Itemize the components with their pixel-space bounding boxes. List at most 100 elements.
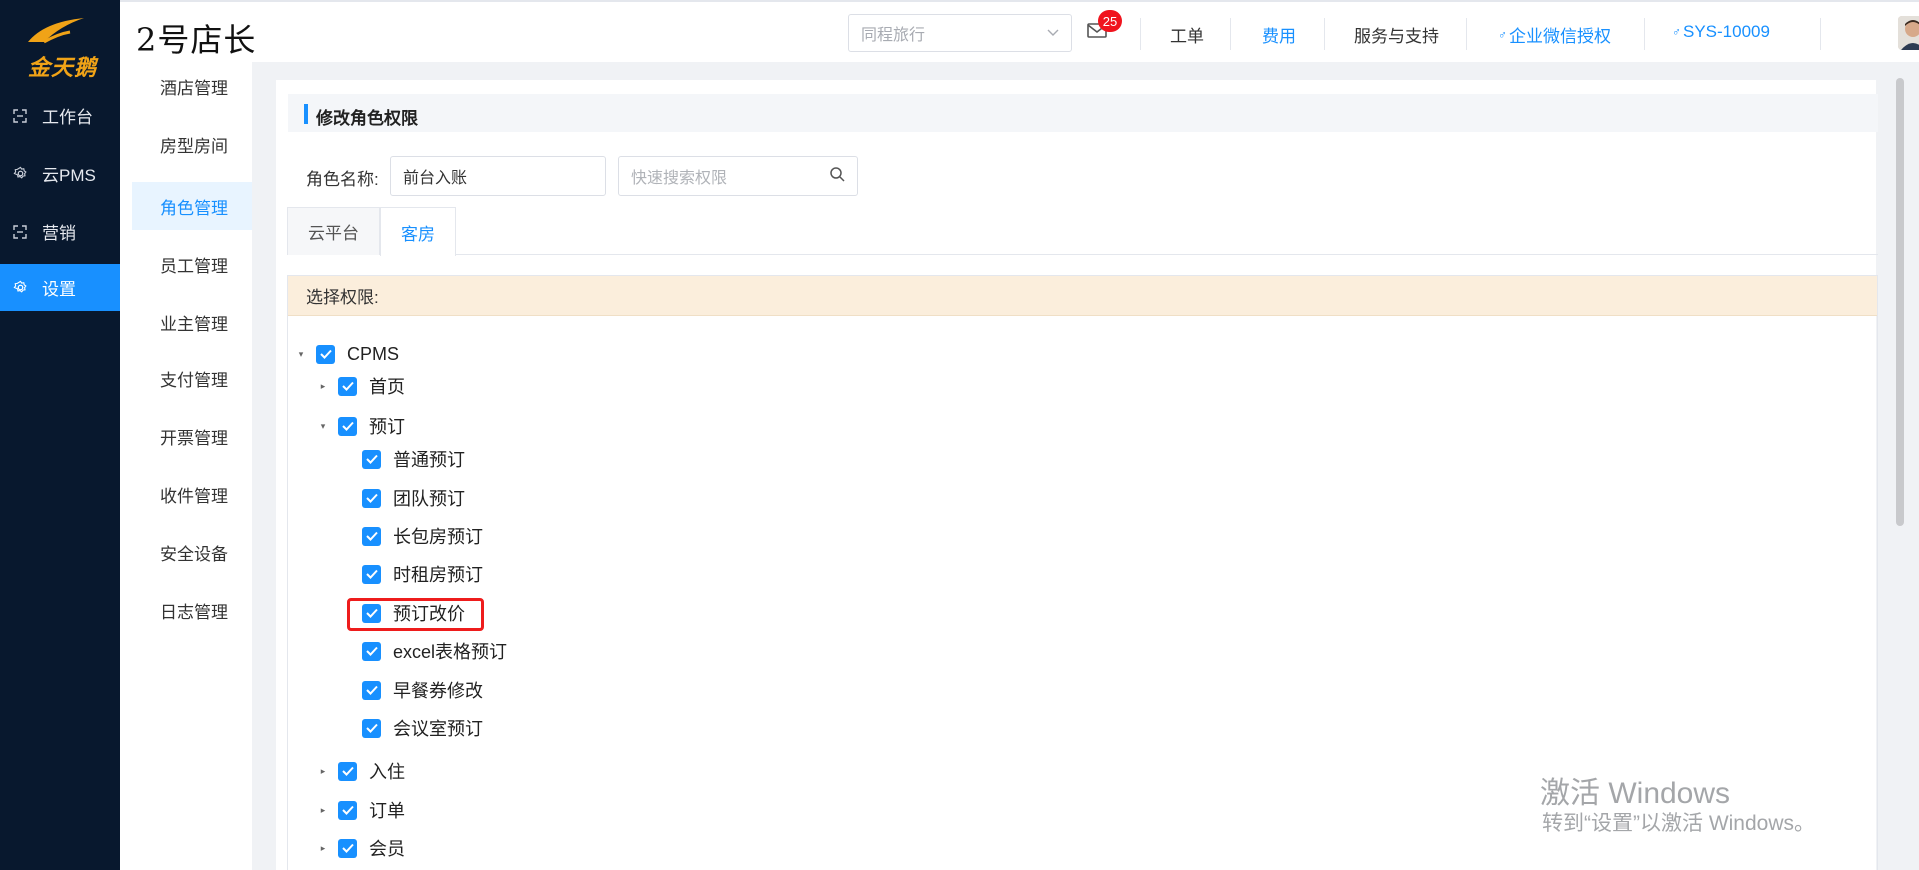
- checkbox-checked[interactable]: [338, 800, 357, 820]
- title-accent-bar: [304, 104, 308, 124]
- subnav-item[interactable]: 日志管理: [132, 586, 252, 634]
- caret-right-icon[interactable]: ▸: [316, 803, 330, 817]
- checkbox-checked[interactable]: [316, 344, 335, 364]
- brand-logo[interactable]: 金天鹅: [18, 10, 108, 80]
- rail-item-label: 云PMS: [42, 166, 96, 185]
- checkbox-checked[interactable]: [338, 376, 357, 396]
- avatar[interactable]: [1898, 16, 1919, 50]
- hotel-select[interactable]: 同程旅行: [848, 14, 1072, 52]
- subnav-item[interactable]: 员工管理: [132, 240, 252, 288]
- tab-rooms[interactable]: 客房: [380, 207, 456, 256]
- grid-icon: [12, 224, 28, 240]
- search-placeholder: 快速搜索权限: [631, 170, 728, 187]
- permission-search-input[interactable]: 快速搜索权限: [618, 156, 858, 196]
- tree-node-booking-child[interactable]: excel表格预订: [362, 637, 507, 665]
- red-highlight-box: [347, 598, 484, 631]
- grid-icon: [12, 108, 28, 124]
- caret-right-icon[interactable]: ▸: [316, 379, 330, 393]
- subnav-item[interactable]: 业主管理: [132, 298, 252, 346]
- windows-activation-watermark: 激活 Windows: [1540, 777, 1731, 810]
- gear-icon: [12, 166, 28, 182]
- tree-node-booking-child[interactable]: 时租房预订: [362, 560, 483, 588]
- swan-logo-icon: [28, 18, 84, 44]
- node-label: 团队预订: [393, 489, 465, 509]
- role-name-input[interactable]: 前台入账: [390, 156, 606, 196]
- tree-node-orders[interactable]: ▸ 订单: [316, 796, 405, 824]
- tree-node-booking-child[interactable]: 普通预订: [362, 445, 465, 473]
- role-name-value: 前台入账: [403, 170, 468, 187]
- node-label: 首页: [369, 377, 405, 397]
- node-label: CPMS: [347, 343, 400, 364]
- rail-item-label: 工作台: [42, 108, 93, 127]
- permission-header: 选择权限:: [288, 276, 1877, 316]
- tree-node-booking[interactable]: ▾ 预订: [316, 412, 405, 440]
- nav-wecom-label: 企业微信授权: [1509, 27, 1611, 46]
- checkbox-checked[interactable]: [362, 641, 381, 661]
- tree-node-booking-child[interactable]: 会议室预订: [362, 714, 483, 742]
- windows-activation-hint: 转到“设置”以激活 Windows。: [1542, 812, 1816, 835]
- checkbox-checked[interactable]: [362, 449, 381, 469]
- tree-node-checkin[interactable]: ▸ 入住: [316, 757, 405, 785]
- rail-item-settings[interactable]: 设置: [0, 264, 120, 311]
- subnav-item-active[interactable]: 角色管理: [132, 182, 252, 230]
- panel-header: 修改角色权限: [288, 94, 1878, 132]
- divider: [1324, 18, 1325, 50]
- node-label: 普通预订: [393, 450, 465, 470]
- rail-item-marketing[interactable]: 营销: [0, 208, 120, 255]
- subnav-item[interactable]: 收件管理: [132, 470, 252, 518]
- checkbox-checked[interactable]: [362, 680, 381, 700]
- rail-item-label: 营销: [42, 224, 76, 243]
- node-label: 订单: [369, 801, 405, 821]
- nav-fees[interactable]: 费用: [1262, 22, 1296, 47]
- logo-text: 金天鹅: [28, 55, 98, 80]
- tab-cloud-platform[interactable]: 云平台: [287, 207, 380, 255]
- nav-ticket[interactable]: 工单: [1170, 22, 1204, 47]
- tree-node-home[interactable]: ▸ 首页: [316, 372, 405, 400]
- caret-down-icon[interactable]: ▾: [294, 347, 308, 361]
- tree-node-booking-child[interactable]: 长包房预订: [362, 522, 483, 550]
- gear-icon: [12, 280, 28, 296]
- tree-node-cpms[interactable]: ▾ CPMS: [294, 340, 399, 368]
- checkbox-checked[interactable]: [362, 526, 381, 546]
- divider: [1466, 18, 1467, 50]
- caret-right-icon[interactable]: ▸: [316, 841, 330, 855]
- subnav-item[interactable]: 安全设备: [132, 528, 252, 576]
- top-header: 2号店长 同程旅行 25 工单 费用 服务与支持 ♂ 企业微信授权 ♂ SYS-…: [120, 0, 1919, 62]
- tree-node-booking-child[interactable]: 早餐券修改: [362, 676, 483, 704]
- node-label: 入住: [369, 762, 405, 782]
- node-label: excel表格预订: [393, 642, 508, 662]
- checkbox-checked[interactable]: [362, 488, 381, 508]
- node-label: 会员: [369, 839, 405, 859]
- subnav-item[interactable]: 支付管理: [132, 354, 252, 402]
- subnav-item[interactable]: 开票管理: [132, 412, 252, 460]
- divider: [1820, 18, 1821, 50]
- nav-service[interactable]: 服务与支持: [1354, 22, 1439, 47]
- scrollbar[interactable]: [1896, 78, 1904, 526]
- settings-subnav: 酒店管理 房型房间 角色管理 员工管理 业主管理 支付管理 开票管理 收件管理 …: [132, 62, 252, 870]
- tree-node-members[interactable]: ▸ 会员: [316, 834, 405, 862]
- node-label: 预订: [369, 417, 405, 437]
- rail-item-workbench[interactable]: 工作台: [0, 92, 120, 139]
- checkbox-checked[interactable]: [362, 564, 381, 584]
- subnav-item[interactable]: 酒店管理: [132, 62, 252, 110]
- checkbox-checked[interactable]: [362, 718, 381, 738]
- node-label: 长包房预订: [393, 527, 483, 547]
- user-icon: ♂: [1498, 27, 1507, 42]
- rail-item-cloud-pms[interactable]: 云PMS: [0, 150, 120, 197]
- nav-user[interactable]: ♂ SYS-10009: [1672, 22, 1770, 42]
- node-label: 时租房预订: [393, 565, 483, 585]
- tree-node-booking-child[interactable]: 团队预订: [362, 484, 465, 512]
- nav-wecom[interactable]: ♂ 企业微信授权: [1498, 22, 1611, 47]
- hotel-select-value: 同程旅行: [861, 27, 926, 44]
- checkbox-checked[interactable]: [338, 761, 357, 781]
- caret-right-icon[interactable]: ▸: [316, 764, 330, 778]
- divider: [1644, 18, 1645, 50]
- divider: [1140, 18, 1141, 50]
- caret-down-icon[interactable]: ▾: [316, 419, 330, 433]
- mail-count-badge: 25: [1098, 10, 1122, 32]
- search-icon[interactable]: [829, 166, 845, 187]
- checkbox-checked[interactable]: [338, 416, 357, 436]
- brand-title: 2号店长: [136, 21, 257, 59]
- subnav-item[interactable]: 房型房间: [132, 120, 252, 168]
- checkbox-checked[interactable]: [338, 838, 357, 858]
